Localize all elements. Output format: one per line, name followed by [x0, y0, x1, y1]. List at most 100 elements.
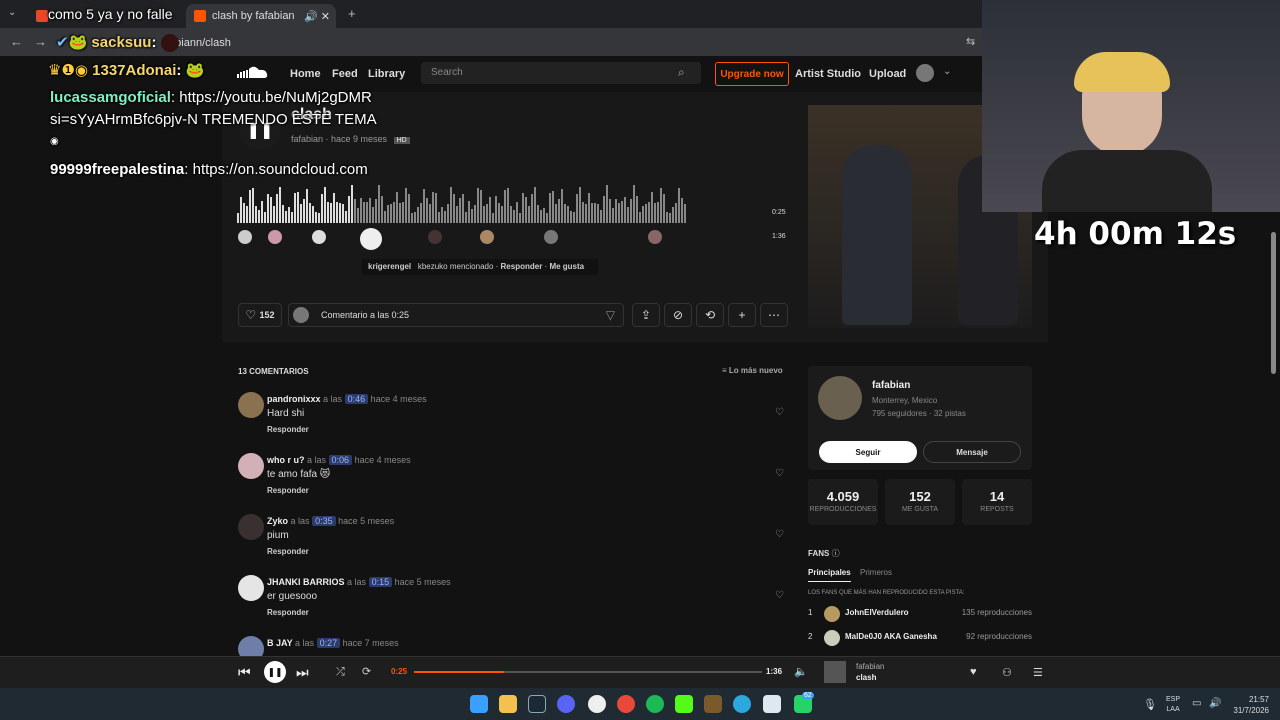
comment-reply-button[interactable]: Responder [267, 425, 309, 434]
comment-user[interactable]: JHANKI BARRIOS [267, 577, 345, 587]
comment-avatar[interactable] [238, 392, 264, 418]
progress-track[interactable] [414, 671, 762, 673]
queue-icon[interactable]: ☰ [1033, 666, 1043, 679]
comment-avatar[interactable] [238, 575, 264, 601]
comment-user[interactable]: who r u? [267, 455, 305, 465]
discord-icon[interactable] [557, 695, 575, 713]
search-input[interactable]: Search ⌕ [421, 62, 701, 84]
waveform-avatar[interactable] [360, 228, 382, 250]
nav-upload[interactable]: Upload [869, 68, 906, 80]
comment-input[interactable]: Comentario a las 0:25 ▽ [288, 303, 624, 327]
scrollbar-thumb[interactable] [1271, 232, 1276, 374]
nav-library[interactable]: Library [368, 68, 405, 80]
fan-name[interactable]: MalDe0J0 AKA Ganesha [845, 632, 937, 641]
windows-start-icon[interactable] [470, 695, 488, 713]
add-to-playlist-button[interactable]: + [728, 303, 756, 327]
speaker-icon[interactable]: 🔊 [1209, 698, 1221, 709]
comment-timestamp[interactable]: 0:15 [368, 577, 393, 587]
tab-fans-primeros[interactable]: Primeros [860, 568, 892, 577]
previous-icon[interactable]: ⏮ [238, 664, 251, 681]
comment-user[interactable]: pandronixxx [267, 394, 321, 404]
waveform-avatar[interactable] [268, 230, 282, 244]
comments-sort[interactable]: ≡ Lo más nuevo [722, 366, 783, 375]
minecraft-icon[interactable] [704, 695, 722, 713]
repeat-icon[interactable]: ⟳ [362, 665, 371, 678]
chrome-icon[interactable] [617, 695, 635, 713]
steam-icon[interactable] [528, 695, 546, 713]
language-indicator[interactable]: ESP LAA [1166, 695, 1180, 715]
upgrade-button[interactable]: Upgrade now [715, 62, 789, 86]
kick-icon[interactable] [675, 695, 693, 713]
follow-button[interactable]: Seguir [819, 441, 917, 463]
nav-artist-studio[interactable]: Artist Studio [795, 68, 861, 80]
file-explorer-icon[interactable] [499, 695, 517, 713]
share-button[interactable]: ⇪ [632, 303, 660, 327]
player-title[interactable]: clash [856, 673, 876, 682]
message-button[interactable]: Mensaje [923, 441, 1021, 463]
comment-reply-button[interactable]: Responder [267, 547, 309, 556]
comment-user[interactable]: Zyko [267, 516, 288, 526]
obs-icon[interactable] [588, 695, 606, 713]
waveform-avatar[interactable] [428, 230, 442, 244]
waveform-comment-reply[interactable]: Responder [501, 262, 543, 271]
waveform-comment-like[interactable]: Me gusta [549, 262, 584, 271]
tab-audio-icon[interactable]: 🔊 ✕ [304, 10, 330, 23]
waveform-avatar[interactable] [544, 230, 558, 244]
forward-icon[interactable]: → [34, 34, 47, 49]
waveform-avatar[interactable] [648, 230, 662, 244]
chevron-down-icon[interactable]: ⌄ [943, 66, 951, 77]
waveform-avatar[interactable] [480, 230, 494, 244]
search-icon[interactable]: ⌕ [678, 65, 685, 80]
track-artist[interactable]: fafabian [291, 134, 323, 144]
nav-feed[interactable]: Feed [332, 68, 358, 80]
ccleaner-icon[interactable] [733, 695, 751, 713]
artist-avatar[interactable] [818, 376, 862, 420]
fan-name[interactable]: JohnElVerdulero [845, 608, 909, 617]
shuffle-icon[interactable]: ⤮ [336, 666, 345, 679]
comment-user[interactable]: B JAY [267, 638, 293, 648]
follow-user-icon[interactable]: ⚇ [1002, 666, 1012, 679]
user-avatar[interactable] [916, 64, 934, 82]
copy-link-button[interactable]: ⊘ [664, 303, 692, 327]
comment-avatar[interactable] [238, 514, 264, 540]
network-icon[interactable]: ▭ [1192, 698, 1201, 709]
tab-2[interactable]: clash by fafabian 🔊 ✕ [186, 4, 336, 28]
microphone-icon[interactable]: 🎙 [1143, 698, 1157, 711]
soundcloud-logo-icon[interactable] [236, 64, 270, 82]
new-tab-icon[interactable]: + [348, 6, 356, 21]
player-like-icon[interactable]: ♥ [970, 666, 977, 678]
comment-reply-button[interactable]: Responder [267, 608, 309, 617]
comment-timestamp[interactable]: 0:35 [312, 516, 336, 526]
waveform-avatar[interactable] [312, 230, 326, 244]
waveform[interactable] [237, 183, 761, 223]
info-icon[interactable]: ⓘ [832, 549, 840, 558]
player-artist[interactable]: fafabian [856, 662, 884, 671]
more-button[interactable]: ⋯ [760, 303, 788, 327]
next-icon[interactable]: ⏭ [296, 664, 309, 681]
clock[interactable]: 21:57 31/7/2026 [1229, 694, 1269, 716]
artist-name[interactable]: fafabian [872, 380, 910, 391]
comment-reply-button[interactable]: Responder [267, 486, 309, 495]
comment-like-icon[interactable]: ♡ [775, 468, 784, 479]
comment-timestamp[interactable]: 0:27 [316, 638, 341, 648]
send-icon[interactable]: ▽ [606, 308, 615, 322]
fan-avatar[interactable] [824, 606, 840, 622]
tab-fans-principales[interactable]: Principales [808, 568, 851, 582]
player-pause-button[interactable]: ❚❚ [264, 661, 286, 683]
tab-search-icon[interactable]: ⌄ [8, 7, 16, 18]
waveform-comment-user[interactable]: krigerengel [368, 262, 411, 271]
like-button[interactable]: ♡ 152 [238, 303, 282, 327]
back-icon[interactable]: ← [10, 34, 23, 49]
nav-home[interactable]: Home [290, 68, 321, 80]
comment-timestamp[interactable]: 0:46 [344, 394, 369, 404]
volume-icon[interactable]: 🔈 [794, 665, 808, 678]
fan-avatar[interactable] [824, 630, 840, 646]
translate-icon[interactable]: ⇆ [966, 35, 975, 48]
comment-like-icon[interactable]: ♡ [775, 590, 784, 601]
player-cover[interactable] [824, 661, 846, 683]
waveform-avatar[interactable] [238, 230, 252, 244]
comment-timestamp[interactable]: 0:06 [328, 455, 353, 465]
spotify-icon[interactable] [646, 695, 664, 713]
comment-like-icon[interactable]: ♡ [775, 407, 784, 418]
repost-button[interactable]: ⟲ [696, 303, 724, 327]
